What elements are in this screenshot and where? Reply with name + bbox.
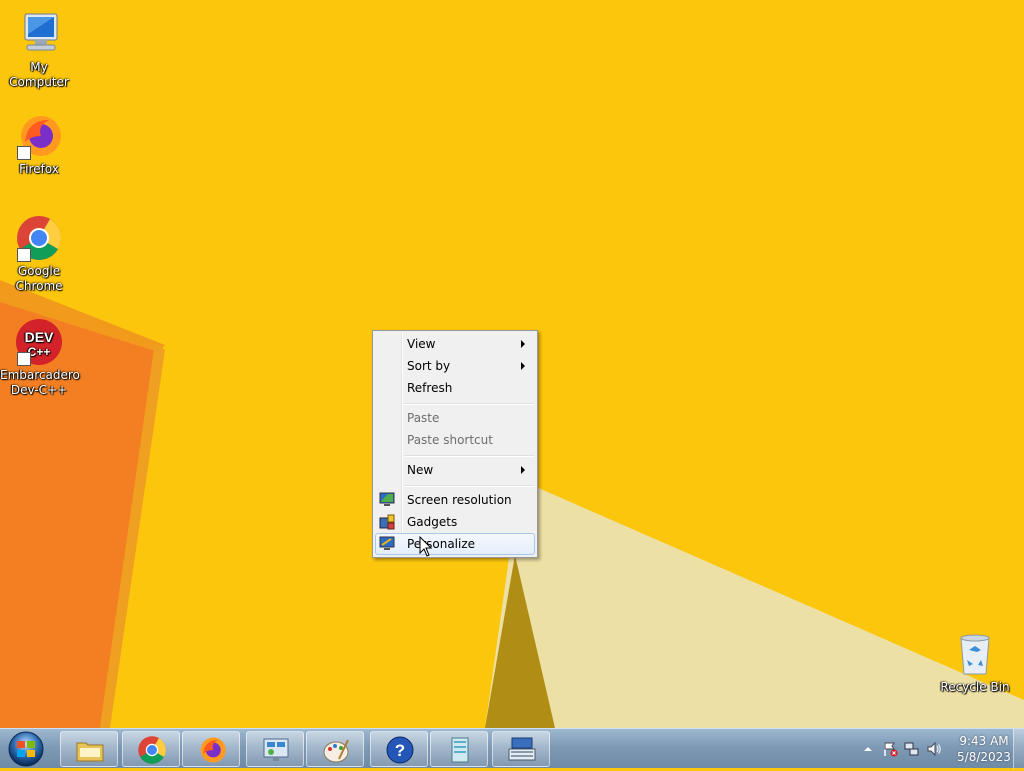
gadgets-icon (379, 514, 395, 530)
shortcut-arrow-icon (17, 352, 31, 366)
menu-item-sort-by[interactable]: Sort by (375, 355, 535, 377)
desktop-icon-firefox[interactable]: Firefox (0, 112, 78, 177)
firefox-icon (200, 737, 226, 763)
personalize-icon (379, 536, 395, 550)
submenu-arrow-icon (521, 466, 525, 474)
menu-separator (404, 403, 534, 405)
submenu-arrow-icon (521, 340, 525, 348)
chrome-icon (138, 736, 166, 764)
taskbar-notepad-button[interactable] (430, 731, 488, 767)
desktop-icon-chrome[interactable]: Google Chrome (0, 214, 78, 294)
taskbar-keyboard-button[interactable] (492, 731, 550, 767)
desktop-icon-label: My Computer (9, 60, 69, 89)
menu-item-label: Screen resolution (407, 493, 512, 507)
desktop-icon-label: Recycle Bin (940, 680, 1010, 694)
menu-item-view[interactable]: View (375, 333, 535, 355)
monitor-icon (379, 492, 395, 506)
svg-text:C++: C++ (28, 345, 51, 359)
show-hidden-icons-icon[interactable] (860, 741, 876, 757)
recycle-bin-icon (951, 630, 999, 678)
desktop-icon-my-computer[interactable]: My Computer (0, 10, 78, 90)
menu-item-label: New (407, 463, 434, 477)
desktop-icon-label: Firefox (19, 162, 59, 176)
chrome-icon (15, 214, 63, 262)
desktop-context-menu: View Sort by Refresh Paste Paste shortcu… (372, 330, 538, 558)
action-center-flag-icon[interactable] (882, 741, 898, 757)
computer-icon (15, 10, 63, 58)
taskbar-clock[interactable]: 9:43 AM 5/8/2023 (954, 733, 1014, 765)
desktop-icon-devcpp[interactable]: DEV C++ Embarcadero Dev-C++ (0, 318, 80, 398)
taskbar-paint-button[interactable] (306, 731, 364, 767)
taskbar-firefox-button[interactable] (182, 731, 240, 767)
shortcut-arrow-icon (17, 146, 31, 160)
menu-item-gadgets[interactable]: Gadgets (375, 511, 535, 533)
notepad-icon (451, 737, 469, 763)
menu-item-paste: Paste (375, 407, 535, 429)
menu-item-label: Paste (407, 411, 440, 425)
network-icon[interactable] (904, 741, 920, 757)
shortcut-arrow-icon (17, 248, 31, 262)
taskbar: ? 9:43 AM 5/8/2023 (0, 728, 1024, 769)
clock-time: 9:43 AM (959, 734, 1009, 748)
menu-item-new[interactable]: New (375, 459, 535, 481)
taskbar-help-button[interactable]: ? (370, 731, 428, 767)
help-icon: ? (386, 736, 414, 764)
show-desktop-button[interactable] (1013, 729, 1024, 769)
svg-text:?: ? (395, 741, 405, 760)
menu-item-label: Gadgets (407, 515, 458, 529)
menu-item-label: View (407, 337, 436, 351)
devcpp-icon: DEV C++ (15, 318, 63, 366)
volume-icon[interactable] (926, 741, 942, 757)
menu-item-label: Sort by (407, 359, 451, 373)
taskbar-chrome-button[interactable] (122, 731, 180, 767)
windows-orb-icon (8, 731, 44, 767)
control-panel-icon (263, 738, 289, 761)
menu-separator (404, 455, 534, 457)
menu-item-label: Personalize (407, 537, 476, 551)
menu-item-label: Refresh (407, 381, 453, 395)
folder-icon (76, 742, 104, 762)
desktop-icon-label: Google Chrome (15, 264, 63, 293)
paint-icon (323, 739, 349, 763)
menu-separator (404, 485, 534, 487)
clock-date: 5/8/2023 (957, 750, 1011, 764)
menu-item-paste-shortcut: Paste shortcut (375, 429, 535, 451)
submenu-arrow-icon (521, 362, 525, 370)
mouse-cursor-icon (419, 536, 433, 557)
taskbar-explorer-button[interactable] (60, 731, 118, 767)
menu-item-refresh[interactable]: Refresh (375, 377, 535, 399)
menu-item-screen-resolution[interactable]: Screen resolution (375, 489, 535, 511)
taskbar-control-panel-button[interactable] (246, 731, 304, 767)
desktop-icon-label: Embarcadero Dev-C++ (0, 368, 80, 397)
menu-item-personalize[interactable]: Personalize (375, 533, 535, 555)
menu-item-label: Paste shortcut (407, 433, 493, 447)
start-button[interactable] (4, 730, 50, 768)
firefox-icon (15, 112, 63, 160)
system-tray: 9:43 AM 5/8/2023 (834, 729, 1024, 769)
svg-text:DEV: DEV (25, 329, 54, 345)
keyboard-icon (508, 737, 536, 761)
desktop-icon-recycle-bin[interactable]: Recycle Bin (936, 630, 1014, 695)
